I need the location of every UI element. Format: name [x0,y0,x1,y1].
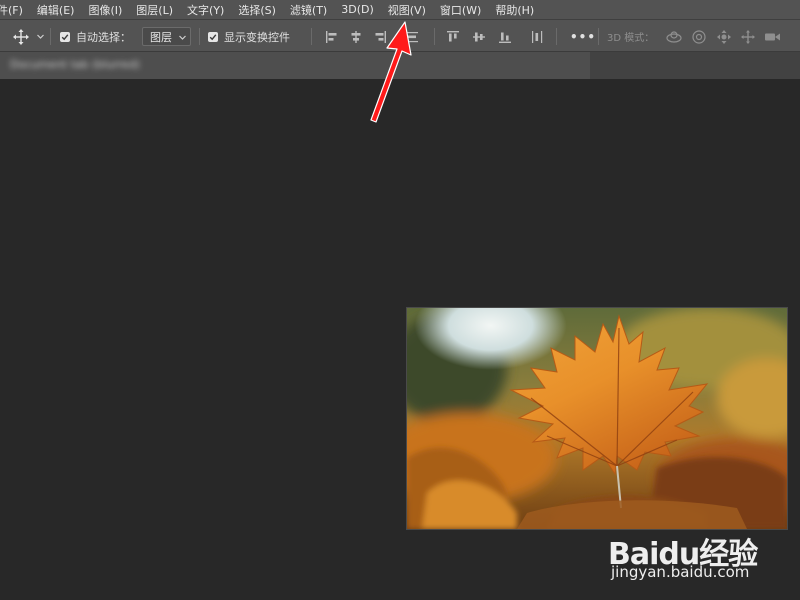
options-bar: 自动选择： 图层 显示变换控件 ••• 3D 模式： [0,19,800,52]
toolbar-divider [556,28,557,45]
chevron-down-icon [178,32,187,45]
menu-edit[interactable]: 编辑(E) [30,2,82,18]
checkbox-checked-icon [60,31,70,42]
autumn-maple-leaf-photo [407,308,787,529]
toolbar-divider [598,28,599,45]
align-vertical-centers-icon[interactable] [472,20,486,53]
menu-file[interactable]: 件(F) [0,2,30,18]
baidu-jingyan-watermark: Baidu经验 jingyan.baidu.com [608,515,768,585]
align-right-edges-icon[interactable] [373,20,387,53]
menu-image[interactable]: 图像(I) [81,2,129,18]
toolbar-divider [434,28,435,45]
menu-3d[interactable]: 3D(D) [334,3,381,16]
move-tool-icon[interactable] [12,20,30,53]
menu-layer[interactable]: 图层(L) [129,2,180,18]
3d-camera-icon[interactable] [764,20,782,53]
document-tab[interactable]: Document tab (blurred) [0,52,590,79]
auto-select-label: 自动选择： [76,30,131,44]
align-top-edges-icon[interactable] [446,20,460,53]
3d-orbit-icon[interactable] [665,20,683,53]
checkbox-checked-icon [208,31,218,42]
distribute-icon[interactable] [405,20,419,53]
auto-select-checkbox[interactable] [60,20,70,53]
canvas-document-image[interactable] [406,307,788,530]
watermark-url: jingyan.baidu.com [611,563,750,581]
menu-type[interactable]: 文字(Y) [180,2,231,18]
menu-help[interactable]: 帮助(H) [488,2,541,18]
document-tab-strip: Document tab (blurred) [0,52,800,79]
show-transform-checkbox[interactable] [208,20,218,53]
3d-slide-icon[interactable] [740,20,756,53]
menu-window[interactable]: 窗口(W) [433,2,488,18]
toolbar-divider [311,28,312,45]
menu-filter[interactable]: 滤镜(T) [283,2,334,18]
toolbar-divider [50,28,51,45]
menu-bar: 件(F) 编辑(E) 图像(I) 图层(L) 文字(Y) 选择(S) 滤镜(T)… [0,0,800,19]
align-horizontal-centers-icon[interactable] [349,20,363,53]
menu-select[interactable]: 选择(S) [231,2,283,18]
auto-select-target-dropdown[interactable]: 图层 [142,27,191,46]
more-options-icon[interactable]: ••• [570,20,596,53]
show-transform-label: 显示变换控件 [224,30,290,44]
tool-preset-chevron-down-icon[interactable] [36,20,45,53]
3d-roll-icon[interactable] [691,20,707,53]
align-bottom-edges-icon[interactable] [498,20,512,53]
3d-pan-icon[interactable] [716,20,732,53]
3d-mode-label: 3D 模式： [607,33,655,44]
distribute-horizontal-icon[interactable] [530,20,544,53]
auto-select-target-value: 图层 [150,30,172,44]
document-tab-title: Document tab (blurred) [10,58,140,71]
toolbar-divider [199,28,200,45]
menu-view[interactable]: 视图(V) [381,2,433,18]
align-left-edges-icon[interactable] [325,20,339,53]
